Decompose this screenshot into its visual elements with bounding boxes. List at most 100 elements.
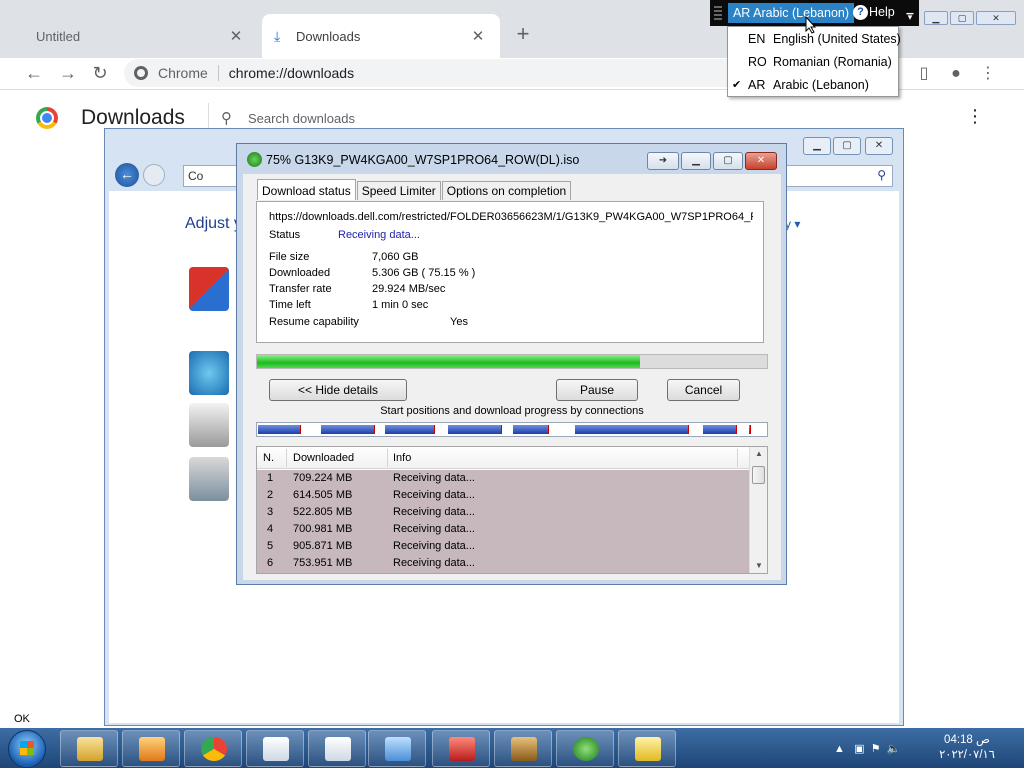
time-left-value: 1 min 0 sec — [372, 299, 429, 311]
transfer-rate-label: Transfer rate — [269, 283, 332, 295]
column-header-downloaded[interactable]: Downloaded — [293, 452, 354, 464]
minimize-icon[interactable]: ▁ — [803, 137, 831, 155]
table-row[interactable]: 6 753.951 MB Receiving data... — [257, 555, 749, 572]
start-button[interactable] — [8, 730, 46, 768]
back-arrow-icon[interactable]: ← — [20, 60, 48, 88]
hide-details-button[interactable]: << Hide details — [269, 379, 407, 401]
tab-options-on-completion[interactable]: Options on completion — [441, 181, 572, 200]
row-downloaded: 614.505 MB — [293, 489, 353, 501]
drag-grip-icon[interactable] — [714, 6, 722, 20]
network-icon[interactable]: ▣ — [854, 743, 864, 755]
row-n: 4 — [267, 523, 274, 535]
download-icon: ⤓ — [274, 27, 281, 44]
scroll-up-icon[interactable]: ▲ — [750, 449, 767, 458]
taskbar-chrome[interactable] — [184, 730, 242, 767]
idm-arrow-icon[interactable]: ➜ — [647, 152, 679, 170]
taskbar-toolbox[interactable] — [432, 730, 490, 767]
tab-downloads[interactable]: ⤓ Downloads ✕ — [262, 14, 500, 58]
menu-kebab-icon[interactable]: ⋮ — [974, 60, 1002, 88]
close-icon[interactable]: ✕ — [976, 11, 1016, 25]
forward-arrow-icon[interactable]: → — [54, 60, 82, 88]
options-chevron-icon[interactable]: ▁ ▾ — [904, 5, 916, 22]
reload-icon[interactable]: ↻ — [86, 60, 114, 88]
language-name: English (United States) — [773, 32, 901, 46]
search-icon[interactable]: ⚲ — [877, 168, 886, 182]
side-panel-icon[interactable]: ▯ — [910, 60, 938, 88]
connection-segment — [258, 425, 301, 434]
status-text: OK — [14, 713, 30, 725]
close-icon[interactable]: ✕ — [226, 27, 246, 45]
maximize-icon[interactable]: ▢ — [713, 152, 743, 170]
wifi-app-icon — [511, 737, 537, 761]
profile-avatar-icon[interactable]: ● — [942, 60, 970, 88]
checkmark-icon: ✔ — [732, 79, 742, 91]
tab-untitled[interactable]: Untitled ✕ — [20, 14, 258, 58]
minimize-icon[interactable]: ▁ — [924, 11, 948, 25]
security-shield-icon[interactable] — [189, 267, 229, 311]
table-row[interactable]: 5 905.871 MB Receiving data... — [257, 538, 749, 555]
vertical-scrollbar[interactable]: ▲ ▼ — [749, 447, 767, 573]
taskbar-document-2[interactable] — [308, 730, 366, 767]
new-tab-button[interactable]: + — [510, 22, 536, 48]
volume-icon[interactable]: 🔈 — [887, 743, 901, 755]
dialog-title-bar[interactable]: 75% G13K9_PW4KGA00_W7SP1PRO64_ROW(DL).is… — [237, 144, 786, 174]
file-size-label: File size — [269, 251, 310, 263]
folder-icon — [77, 737, 103, 761]
scroll-down-icon[interactable]: ▼ — [750, 561, 767, 570]
close-icon[interactable]: ✕ — [865, 137, 893, 155]
minimize-icon[interactable]: ▁ — [681, 152, 711, 170]
forward-arrow-icon[interactable] — [143, 164, 165, 186]
table-row[interactable]: 1 709.224 MB Receiving data... — [257, 470, 749, 487]
toolbox-icon — [449, 737, 475, 761]
language-item-ro[interactable]: RO Romanian (Romania) — [728, 51, 898, 73]
time-left-label: Time left — [269, 299, 311, 311]
connections-progress-bar — [256, 422, 768, 437]
media-player-icon — [139, 737, 165, 761]
taskbar-document-1[interactable] — [246, 730, 304, 767]
taskbar-idm[interactable] — [556, 730, 614, 767]
help-icon[interactable]: ? — [853, 5, 868, 20]
language-menu: EN English (United States) RO Romanian (… — [727, 26, 901, 97]
search-icon: ⚲ — [221, 110, 232, 127]
taskbar-explorer[interactable] — [60, 730, 118, 767]
maximize-icon[interactable]: ▢ — [833, 137, 861, 155]
table-row[interactable]: 4 700.981 MB Receiving data... — [257, 521, 749, 538]
chrome-logo-icon — [36, 107, 58, 129]
language-item-ar[interactable]: ✔ AR Arabic (Lebanon) — [728, 74, 898, 96]
action-center-icon[interactable]: ⚑ — [871, 743, 881, 755]
language-button[interactable]: AR Arabic (Lebanon) — [728, 3, 854, 23]
table-row[interactable]: 2 614.505 MB Receiving data... — [257, 487, 749, 504]
programs-icon[interactable] — [189, 457, 229, 501]
downloads-menu-icon[interactable]: ⋮ — [964, 106, 986, 127]
taskbar-media-player[interactable] — [122, 730, 180, 767]
column-header-info[interactable]: Info — [393, 452, 411, 464]
cancel-button[interactable]: Cancel — [667, 379, 740, 401]
pause-button[interactable]: Pause — [556, 379, 638, 401]
close-icon[interactable]: ✕ — [468, 27, 488, 45]
taskbar-wifi-app[interactable] — [494, 730, 552, 767]
connection-segment — [321, 425, 375, 434]
connections-list[interactable]: N. Downloaded Info 1 709.224 MB Receiving … — [256, 446, 768, 574]
tab-speed-limiter[interactable]: Speed Limiter — [356, 181, 441, 200]
row-info: Receiving data... — [393, 523, 475, 535]
row-downloaded: 709.224 MB — [293, 472, 353, 484]
table-row[interactable]: 3 522.805 MB Receiving data... — [257, 504, 749, 521]
network-globe-icon[interactable] — [189, 351, 229, 395]
taskbar-control-panel[interactable] — [368, 730, 426, 767]
downloaded-label: Downloaded — [269, 267, 331, 279]
clock-date: ٢٠٢٢/٠٧/١٦ — [939, 749, 995, 761]
system-tray: ▲ ▣ ⚑ 🔈 — [834, 742, 900, 755]
scroll-thumb[interactable] — [752, 466, 765, 484]
printer-icon[interactable] — [189, 403, 229, 447]
tab-download-status[interactable]: Download status — [257, 179, 356, 200]
taskbar-clock[interactable]: 04:18 ص ٢٠٢٢/٠٧/١٦ — [930, 733, 1004, 763]
taskbar-setup[interactable] — [618, 730, 676, 767]
idm-globe-icon — [573, 737, 599, 761]
column-header-n[interactable]: N. — [263, 452, 274, 464]
tray-expand-icon[interactable]: ▲ — [834, 743, 845, 755]
maximize-icon[interactable]: ▢ — [950, 11, 974, 25]
help-label[interactable]: Help — [869, 5, 895, 19]
close-icon[interactable]: ✕ — [745, 152, 777, 170]
back-arrow-icon[interactable]: ← — [115, 163, 139, 187]
row-downloaded: 753.951 MB — [293, 557, 353, 569]
